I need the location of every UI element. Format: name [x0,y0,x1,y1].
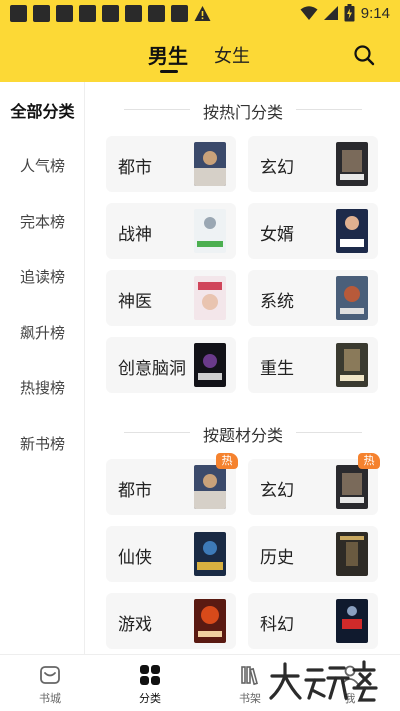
section-title-text: 按热门分类 [202,103,283,122]
book-cover-image [194,532,226,576]
sidebar-item-follow-rank[interactable]: 追读榜 [0,266,85,287]
wifi-icon [300,6,318,20]
category-card-label: 都市 [118,481,152,501]
category-card-label: 神医 [118,292,152,312]
section-title-text: 按题材分类 [202,426,283,445]
active-tab-indicator [160,70,178,73]
hot-badge: 热 [358,453,380,469]
category-card-xuanhuan[interactable]: 玄幻 [248,136,378,192]
hot-badge: 热 [216,453,238,469]
category-card-label: 玄幻 [260,481,294,501]
category-card-label: 游戏 [118,615,152,635]
tab-male[interactable]: 男生 [148,40,188,69]
category-card-youxi[interactable]: 游戏 [106,593,236,649]
notification-icon [56,5,73,22]
book-cover-image [336,343,368,387]
section-title-hot: 按热门分类 [86,99,400,123]
book-cover-image [194,209,226,253]
category-card-chuangyi-naodong[interactable]: 创意脑洞 [106,337,236,393]
search-icon[interactable] [352,43,376,67]
category-card-label: 战神 [118,225,152,245]
status-bar: 9:14 [0,0,400,28]
category-card-label: 系统 [260,292,294,312]
tab-female[interactable]: 女生 [214,42,250,68]
warning-icon [194,6,211,21]
bookstore-icon [40,666,60,684]
book-cover-image [194,276,226,320]
category-card-label: 创意脑洞 [118,359,186,379]
battery-icon [344,4,355,22]
notification-icon [102,5,119,22]
notification-icon [148,5,165,22]
category-card-nvxu[interactable]: 女婿 [248,203,378,259]
signal-icon [323,6,338,20]
book-cover-image [336,142,368,186]
category-card-lishi[interactable]: 历史 [248,526,378,582]
sidebar-item-completed-rank[interactable]: 完本榜 [0,211,85,232]
sidebar-item-rising-rank[interactable]: 飙升榜 [0,322,85,343]
sidebar-item-popularity-rank[interactable]: 人气榜 [0,155,85,176]
book-cover-image [336,465,368,509]
book-cover-image [336,209,368,253]
notification-icon [33,5,50,22]
notification-icon [125,5,142,22]
book-cover-image [194,599,226,643]
category-card-xitong[interactable]: 系统 [248,270,378,326]
sidebar-item-new-books-rank[interactable]: 新书榜 [0,433,85,454]
category-card-label: 仙侠 [118,548,152,568]
category-card-genre-dushi[interactable]: 都市 热 [106,453,238,515]
category-card-label: 女婿 [260,225,294,245]
book-cover-image [194,142,226,186]
book-cover-image [336,276,368,320]
sidebar-item-all-categories[interactable]: 全部分类 [0,98,85,122]
category-card-label: 科幻 [260,615,294,635]
category-card-kehuan[interactable]: 科幻 [248,593,378,649]
book-cover-image [194,343,226,387]
bookshelf-icon [241,666,258,686]
sidebar-item-hot-search-rank[interactable]: 热搜榜 [0,377,85,398]
notification-icons [10,5,211,22]
divider [124,432,190,433]
category-card-label: 都市 [118,158,152,178]
category-card-label: 历史 [260,548,294,568]
book-cover-image [336,532,368,576]
nav-bookstore[interactable]: 书城 [0,655,100,711]
top-header: 男生 女生 [0,30,400,80]
category-card-dushi[interactable]: 都市 [106,136,236,192]
book-cover-image [336,599,368,643]
category-card-chongsheng[interactable]: 重生 [248,337,378,393]
category-sidebar: 全部分类 人气榜 完本榜 追读榜 飙升榜 热搜榜 新书榜 [0,82,85,654]
nav-category[interactable]: 分类 [100,655,200,711]
watermark-logo [269,660,378,702]
book-cover-image [194,465,226,509]
category-card-label: 重生 [260,359,294,379]
divider [124,109,190,110]
status-time: 9:14 [360,4,390,22]
divider [296,432,362,433]
notification-icon [10,5,27,22]
category-card-shenyi[interactable]: 神医 [106,270,236,326]
category-card-zhanshen[interactable]: 战神 [106,203,236,259]
category-grid-icon [140,665,160,685]
notification-icon [79,5,96,22]
category-content: 按热门分类 都市 玄幻 战神 女婿 神医 系统 创意脑洞 重生 按题材分类 都市… [86,82,400,654]
category-card-xianxia[interactable]: 仙侠 [106,526,236,582]
nav-label: 书城 [39,692,61,705]
notification-icon [171,5,188,22]
section-title-genre: 按题材分类 [86,422,400,446]
category-card-label: 玄幻 [260,158,294,178]
divider [296,109,362,110]
nav-label: 分类 [139,692,161,705]
category-card-genre-xuanhuan[interactable]: 玄幻 热 [248,453,380,515]
